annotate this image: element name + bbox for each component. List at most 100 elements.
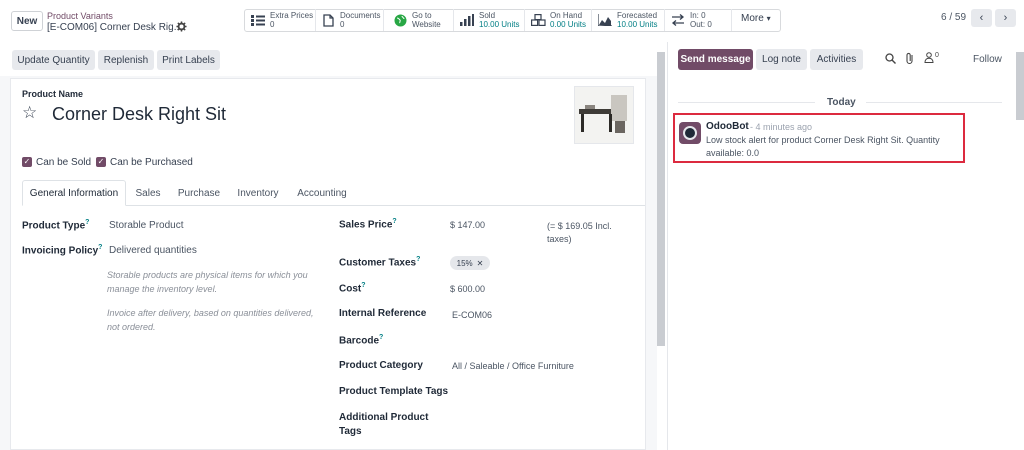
customer-taxes-label: Customer Taxes? (339, 256, 421, 269)
more-label: More (741, 13, 764, 24)
sales-price-field[interactable]: $ 147.00 (450, 220, 485, 230)
update-quantity-button[interactable]: Update Quantity (12, 50, 95, 70)
smart-label: Forecasted (617, 11, 658, 20)
help-tooltip-icon[interactable]: ? (379, 334, 383, 341)
date-divider-line (866, 102, 1002, 103)
help-tooltip-icon[interactable]: ? (392, 218, 396, 225)
message-author[interactable]: OdooBot (706, 121, 749, 132)
breadcrumb-current: [E-COM06] Corner Desk Rig... (47, 22, 183, 33)
follow-button[interactable]: Follow (973, 54, 1002, 65)
product-template-tags-label: Product Template Tags (339, 386, 449, 397)
smart-label: Extra Prices (270, 11, 314, 20)
pager-previous-button[interactable]: ‹ (971, 9, 992, 27)
smart-label: Sold (479, 11, 496, 20)
chatter-divider (667, 42, 668, 450)
document-icon (320, 13, 336, 27)
product-name-label: Product Name (22, 89, 84, 99)
bar-chart-icon (459, 13, 475, 27)
cost-field[interactable]: $ 600.00 (450, 284, 485, 294)
can-be-sold-label: Can be Sold (36, 157, 92, 168)
smart-value: 0 (270, 20, 275, 29)
internal-reference-label: Internal Reference (339, 308, 427, 319)
smart-button-extra-prices[interactable]: Extra Prices 0 (250, 9, 316, 31)
send-message-button[interactable]: Send message (678, 49, 753, 70)
globe-icon (392, 13, 408, 27)
user-icon (924, 52, 934, 63)
form-sheet (10, 78, 646, 450)
breadcrumb-parent[interactable]: Product Variants (47, 11, 113, 21)
close-icon[interactable]: ✕ (477, 259, 484, 268)
paperclip-icon[interactable] (905, 52, 917, 65)
help-tooltip-icon[interactable]: ? (416, 256, 420, 263)
chevron-right-icon: › (1003, 12, 1008, 24)
can-be-purchased-label: Can be Purchased (110, 157, 193, 168)
product-type-field[interactable]: Storable Product (109, 220, 184, 231)
smart-label: On Hand (550, 11, 583, 20)
help-tooltip-icon[interactable]: ? (98, 244, 102, 251)
list-icon (250, 13, 266, 27)
log-note-button[interactable]: Log note (756, 49, 807, 70)
form-scrollbar[interactable] (657, 52, 665, 346)
tab-accounting[interactable]: Accounting (294, 180, 350, 206)
sales-price-incl-taxes: (= $ 169.05 Incl. taxes) (547, 221, 612, 244)
favorite-star-icon[interactable]: ☆ (22, 103, 37, 123)
product-type-label: Product Type? (22, 219, 90, 232)
pager-next-button[interactable]: › (995, 9, 1016, 27)
print-labels-button[interactable]: Print Labels (157, 50, 220, 70)
product-category-label: Product Category (339, 360, 423, 371)
gear-icon[interactable] (176, 21, 188, 33)
smart-button-forecasted[interactable]: Forecasted 10.00 Units (597, 9, 665, 31)
smart-button-go-to-website[interactable]: Go to Website (392, 9, 454, 31)
product-image[interactable] (574, 86, 634, 144)
can-be-sold-checkbox[interactable]: ✓ (22, 157, 32, 167)
sales-price-label: Sales Price? (339, 218, 397, 231)
smart-button-in-out[interactable]: In: 0 Out: 0 (670, 9, 732, 31)
smart-value: Out: 0 (690, 20, 712, 29)
invoicing-policy-label: Invoicing Policy? (22, 244, 103, 257)
cubes-icon (530, 13, 546, 27)
tab-purchase[interactable]: Purchase (174, 180, 224, 206)
smart-value: 10.00 Units (479, 20, 520, 29)
search-icon[interactable] (885, 53, 897, 65)
chevron-left-icon: ‹ (979, 12, 984, 24)
smart-value: Website (412, 20, 441, 29)
product-category-field[interactable]: All / Saleable / Office Furniture (452, 361, 574, 371)
exchange-icon (670, 13, 686, 27)
smart-label: In: 0 (690, 11, 706, 20)
smart-value: 0.00 Units (550, 20, 587, 29)
smart-value: 10.00 Units (617, 20, 658, 29)
tab-general-information[interactable]: General Information (22, 180, 126, 206)
internal-reference-field[interactable]: E-COM06 (452, 310, 492, 320)
smart-label: Go to (412, 11, 432, 20)
replenish-button[interactable]: Replenish (98, 50, 154, 70)
followers-count: 0 (935, 52, 939, 59)
help-text-storable: Storable products are physical items for… (107, 270, 308, 294)
smart-button-documents[interactable]: Documents 0 (320, 9, 384, 31)
chatter-scrollbar[interactable] (1016, 52, 1024, 120)
avatar[interactable] (679, 122, 701, 144)
help-tooltip-icon[interactable]: ? (361, 282, 365, 289)
smart-button-sold[interactable]: Sold 10.00 Units (459, 9, 525, 31)
control-panel: New Product Variants [E-COM06] Corner De… (0, 0, 1024, 42)
cost-label: Cost? (339, 282, 366, 295)
pager-value[interactable]: 6 / 59 (941, 12, 966, 23)
area-chart-icon (597, 13, 613, 27)
additional-product-tags-label: Additional Product Tags (339, 412, 429, 437)
message-time: - 4 minutes ago (750, 122, 813, 132)
tab-sales[interactable]: Sales (130, 180, 166, 206)
message-body: Low stock alert for product Corner Desk … (706, 135, 940, 158)
new-button[interactable]: New (11, 11, 43, 31)
date-divider-label: Today (827, 97, 856, 108)
smart-button-on-hand[interactable]: On Hand 0.00 Units (530, 9, 592, 31)
notebook-tabs: General Information Sales Purchase Inven… (22, 180, 645, 206)
more-dropdown[interactable]: More ▾ (741, 13, 771, 24)
invoicing-policy-field[interactable]: Delivered quantities (109, 245, 197, 256)
followers-button[interactable]: 0 (924, 52, 939, 65)
product-name-field[interactable]: Corner Desk Right Sit (52, 104, 226, 125)
help-tooltip-icon[interactable]: ? (85, 219, 89, 226)
activities-button[interactable]: Activities (810, 49, 863, 70)
date-divider-line (678, 102, 815, 103)
customer-tax-tag[interactable]: 15% ✕ (450, 256, 490, 270)
can-be-purchased-checkbox[interactable]: ✓ (96, 157, 106, 167)
tab-inventory[interactable]: Inventory (232, 180, 284, 206)
